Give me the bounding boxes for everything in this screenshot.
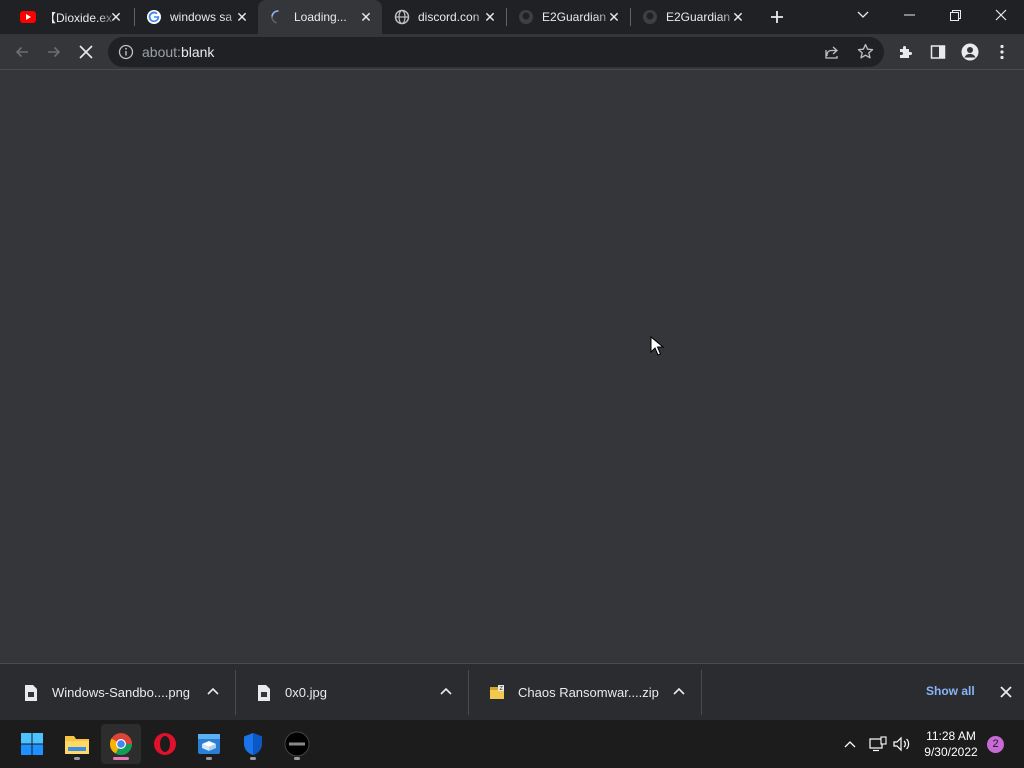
chevron-up-icon	[844, 741, 856, 748]
download-item[interactable]: Z Chaos Ransomwar....zip	[469, 670, 702, 715]
tab-close-button[interactable]: ✕	[482, 9, 498, 25]
taskbar-sandbox[interactable]	[189, 724, 229, 764]
taskbar-chaos[interactable]	[277, 724, 317, 764]
youtube-icon	[20, 9, 36, 25]
start-button[interactable]	[12, 724, 52, 764]
arrow-right-icon	[48, 46, 61, 58]
back-button[interactable]	[8, 38, 36, 66]
download-item[interactable]: Windows-Sandbo....png	[3, 670, 236, 715]
sandbox-icon	[198, 734, 220, 754]
tab-discord[interactable]: discord.con ✕	[382, 0, 506, 34]
more-vertical-icon	[1000, 44, 1004, 60]
windows-taskbar: 11:28 AM 9/30/2022	[0, 720, 1024, 768]
show-all-downloads-link[interactable]: Show all	[926, 684, 975, 698]
url-path: blank	[180, 44, 215, 60]
arrow-left-icon	[15, 46, 28, 58]
globe-icon	[394, 9, 410, 25]
tab-e2guardian-2[interactable]: E2Guardian ✕	[630, 0, 754, 34]
side-panel-button[interactable]	[924, 38, 952, 66]
tab-close-button[interactable]: ✕	[234, 9, 250, 25]
chevron-up-icon[interactable]	[438, 684, 454, 700]
shield-icon	[244, 733, 262, 755]
running-indicator	[206, 757, 212, 760]
google-icon	[146, 9, 162, 25]
running-indicator	[74, 757, 80, 760]
restore-icon	[949, 9, 961, 21]
github-icon	[642, 9, 658, 25]
extensions-button[interactable]	[892, 38, 920, 66]
puzzle-icon	[900, 46, 912, 58]
taskbar-chrome[interactable]	[101, 724, 141, 764]
chevron-down-icon	[857, 11, 869, 18]
show-hidden-icons-button[interactable]	[840, 734, 860, 754]
tab-search-button[interactable]	[840, 0, 886, 30]
chevron-up-icon[interactable]	[205, 684, 221, 700]
running-indicator	[113, 757, 129, 760]
url-scheme: about:	[142, 44, 181, 60]
info-icon[interactable]	[118, 44, 134, 65]
svg-text:Z: Z	[500, 686, 504, 692]
clock-time[interactable]: 11:28 AM	[916, 729, 986, 743]
tab-loading[interactable]: Loading... ✕	[258, 0, 382, 34]
close-window-button[interactable]	[978, 0, 1024, 30]
chevron-up-icon[interactable]	[671, 684, 687, 700]
taskbar-defender[interactable]	[233, 724, 273, 764]
tab-e2guardian-1[interactable]: E2Guardian ✕	[506, 0, 630, 34]
menu-button[interactable]	[988, 38, 1016, 66]
image-file-icon	[25, 685, 37, 701]
plus-icon[interactable]	[766, 7, 788, 27]
bookmark-star-icon[interactable]	[857, 43, 874, 65]
tab-close-button[interactable]: ✕	[606, 9, 622, 25]
close-icon	[79, 45, 93, 59]
download-filename: Windows-Sandbo....png	[52, 685, 191, 700]
tab-close-button[interactable]: ✕	[108, 9, 124, 25]
address-text[interactable]: about:blank	[142, 44, 214, 60]
clock-date[interactable]: 9/30/2022	[916, 745, 986, 759]
browser-toolbar: about:blank	[0, 34, 1024, 70]
mouse-cursor-icon	[650, 336, 664, 356]
tab-google[interactable]: windows sa ✕	[134, 0, 258, 34]
tab-close-button[interactable]: ✕	[730, 9, 746, 25]
tab-close-button[interactable]: ✕	[358, 9, 374, 25]
taskbar-file-explorer[interactable]	[57, 724, 97, 764]
chaos-icon	[284, 731, 310, 757]
network-icon[interactable]	[868, 734, 888, 754]
volume-icon[interactable]	[892, 734, 912, 754]
loading-spinner-icon	[270, 9, 286, 25]
forward-button[interactable]	[40, 38, 68, 66]
download-shelf: Windows-Sandbo....png 0x0.jpg Z Chaos Ra…	[0, 663, 1024, 720]
close-icon[interactable]	[997, 683, 1015, 701]
running-indicator	[294, 757, 300, 760]
folder-icon	[65, 736, 89, 754]
page-content[interactable]	[0, 71, 1024, 663]
notification-badge[interactable]: 2	[987, 736, 1004, 753]
zip-file-icon: Z	[490, 685, 504, 699]
windows-logo-icon	[21, 733, 43, 755]
share-icon[interactable]	[824, 44, 840, 65]
github-icon	[518, 9, 534, 25]
opera-icon	[154, 733, 176, 755]
minimize-icon	[903, 14, 915, 16]
download-item[interactable]: 0x0.jpg	[236, 670, 469, 715]
stop-loading-button[interactable]	[72, 38, 100, 66]
profile-button[interactable]	[956, 38, 984, 66]
download-filename: 0x0.jpg	[285, 685, 327, 700]
close-icon	[995, 9, 1007, 21]
restore-button[interactable]	[932, 0, 978, 30]
address-bar[interactable]: about:blank	[108, 37, 884, 67]
download-filename: Chaos Ransomwar....zip	[518, 685, 659, 700]
running-indicator	[250, 757, 256, 760]
taskbar-opera[interactable]	[145, 724, 185, 764]
tab-strip: 【Dioxide.ex ✕ windows sa ✕ Loading... ✕ …	[0, 0, 1024, 34]
tab-youtube[interactable]: 【Dioxide.ex ✕	[8, 0, 132, 34]
avatar-icon	[961, 43, 979, 61]
side-panel-icon	[930, 45, 946, 59]
chrome-icon	[110, 733, 132, 755]
image-file-icon	[258, 685, 270, 701]
minimize-button[interactable]	[886, 0, 932, 30]
